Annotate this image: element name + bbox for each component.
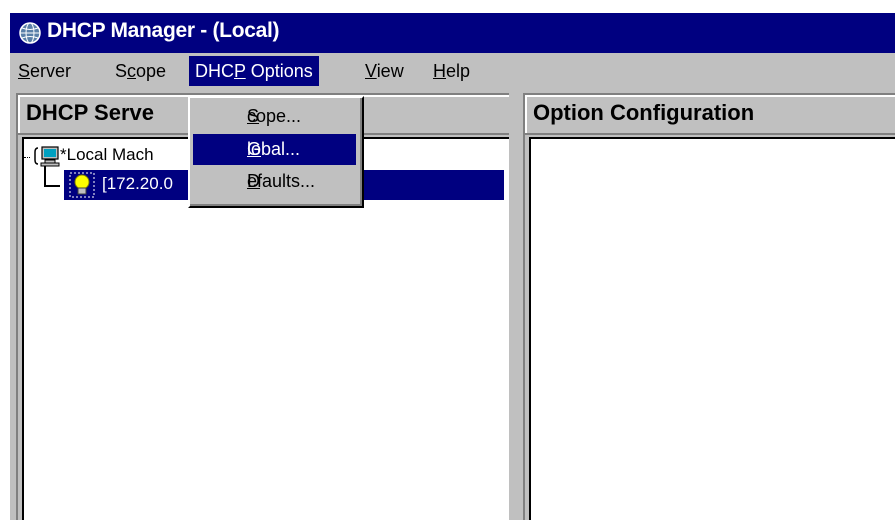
dhcp-options-dropdown: Scope... Global... Defaults...	[188, 96, 364, 208]
menu-item-defaults[interactable]: Defaults...	[193, 166, 356, 197]
menu-label-pre: DHC	[195, 61, 234, 81]
menu-item-global[interactable]: Global...	[193, 134, 356, 165]
menu-label-key: S	[18, 61, 31, 81]
menu-item-scope[interactable]: Scope...	[193, 101, 356, 132]
menu-label-key: H	[433, 61, 446, 81]
menu-view[interactable]: View	[359, 56, 410, 86]
menu-bar: Server Scope DHCP Options View Help	[10, 53, 895, 89]
menu-label-pre: S	[115, 61, 128, 81]
menu-item-rest: cope...	[247, 106, 302, 126]
menu-server[interactable]: Server	[12, 56, 77, 86]
menu-item-rest: efaults...	[247, 171, 316, 191]
option-configuration-pane: Option Configuration	[523, 93, 895, 520]
pane-splitter[interactable]	[511, 93, 519, 520]
menu-label-post: iew	[376, 61, 404, 81]
option-configuration-header-label: Option Configuration	[533, 100, 755, 125]
lightbulb-icon	[69, 172, 95, 198]
menu-label-post: Options	[245, 61, 313, 81]
tree-item-local-machine[interactable]: *Local Mach	[60, 145, 154, 165]
menu-label-key: V	[365, 61, 377, 81]
menu-help[interactable]: Help	[427, 56, 476, 86]
menu-dhcp-options[interactable]: DHCP Options	[189, 56, 319, 86]
menu-item-rest: lobal...	[247, 139, 301, 159]
tree-connector	[24, 157, 30, 158]
menu-label-post: elp	[446, 61, 471, 81]
menu-label-post: ope	[136, 61, 167, 81]
tree-item-scope-label: [172.20.0	[102, 174, 173, 193]
menu-label-key: c	[127, 61, 137, 81]
title-bar[interactable]: DHCP Manager - (Local)	[10, 13, 895, 53]
menu-scope[interactable]: Scope	[109, 56, 172, 86]
menu-label-key: P	[234, 61, 246, 81]
menu-label-post: erver	[30, 61, 72, 81]
option-configuration-list[interactable]	[529, 137, 895, 520]
computer-icon	[34, 146, 60, 167]
window-title: DHCP Manager - (Local)	[47, 19, 280, 42]
option-configuration-header[interactable]: Option Configuration	[525, 95, 895, 135]
tree-connector	[44, 165, 60, 187]
dhcp-manager-window: DHCP Manager - (Local) Server Scope DHCP…	[10, 13, 895, 520]
dhcp-servers-header-label: DHCP Serve	[26, 100, 154, 125]
globe-network-icon	[19, 22, 41, 44]
